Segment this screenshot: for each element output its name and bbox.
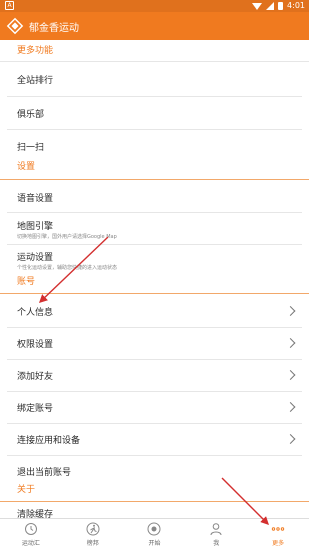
- row-sublabel: 个性化运动设置，辅助您快捷的进入运动状态: [17, 264, 118, 271]
- row-sublabel: 切换地图引擎，国外用户请选择Google Map: [17, 233, 117, 240]
- tab-label: 更多: [272, 540, 285, 547]
- section-title-account: 账号: [17, 277, 36, 287]
- row-club[interactable]: 俱乐部: [17, 97, 300, 129]
- row-partial[interactable]: 清除缓存: [17, 503, 300, 519]
- app-title: 郁金香运动: [29, 22, 79, 34]
- notification-a-icon: A: [5, 1, 14, 10]
- start-icon: [147, 522, 161, 536]
- row-profile[interactable]: 个人信息: [17, 295, 300, 327]
- row-label: 地图引擎: [17, 221, 54, 232]
- row-map-engine[interactable]: 地图引擎 切换地图引擎，国外用户请选择Google Map: [17, 213, 300, 245]
- row-label: 俱乐部: [17, 109, 45, 120]
- row-label: 个人信息: [17, 307, 54, 318]
- tab-more[interactable]: 更多: [247, 519, 309, 550]
- app-logo-icon: [6, 17, 24, 35]
- tab-label: 开始: [148, 540, 161, 547]
- row-label: 全站排行: [17, 75, 54, 86]
- section-title-settings: 设置: [17, 162, 36, 172]
- bottom-tab-bar: 运动汇 榜邦 开始 我 更多: [0, 518, 309, 550]
- clock-icon: [24, 523, 37, 535]
- row-label: 运动设置: [17, 252, 54, 263]
- person-icon: [210, 523, 222, 536]
- status-bar: A 4:01: [0, 0, 309, 12]
- tab-sport-hub[interactable]: 运动汇: [0, 519, 62, 550]
- wifi-icon: [252, 2, 263, 10]
- row-permissions[interactable]: 权限设置: [17, 327, 300, 359]
- signal-icon: [266, 2, 275, 10]
- divider: [0, 61, 309, 62]
- row-connect-apps[interactable]: 连接应用和设备: [17, 423, 300, 455]
- status-icons: 4:01: [252, 1, 305, 11]
- tab-label: 运动汇: [21, 540, 40, 547]
- row-label: 退出当前账号: [17, 467, 72, 478]
- status-time: 4:01: [287, 1, 305, 10]
- section-title-more: 更多功能: [17, 46, 54, 56]
- app-bar: 郁金香运动: [0, 12, 309, 40]
- row-label: 绑定账号: [17, 403, 54, 414]
- battery-icon: [278, 2, 284, 10]
- row-label: 语音设置: [17, 193, 54, 204]
- row-scan[interactable]: 扫一扫: [17, 130, 300, 162]
- tab-start[interactable]: 开始: [124, 519, 186, 550]
- section-title-about: 关于: [17, 485, 36, 495]
- divider: [0, 179, 309, 180]
- more-dots-icon: [271, 527, 285, 531]
- row-label: 扫一扫: [17, 142, 45, 153]
- divider: [0, 501, 309, 502]
- row-label: 权限设置: [17, 339, 54, 350]
- row-label: 连接应用和设备: [17, 435, 81, 446]
- row-label: 添加好友: [17, 371, 54, 382]
- settings-list[interactable]: 更多功能 全站排行 俱乐部 扫一扫 设置 语音设置 地图引擎 切换地图引擎，国外…: [0, 40, 309, 518]
- tab-label: 我: [213, 540, 220, 547]
- runner-icon: [86, 522, 100, 536]
- row-label: 清除缓存: [17, 509, 54, 519]
- tab-label: 榜邦: [86, 540, 99, 547]
- row-logout[interactable]: 退出当前账号: [17, 455, 300, 487]
- row-bind-account[interactable]: 绑定账号: [17, 391, 300, 423]
- row-leaderboard[interactable]: 全站排行: [17, 63, 300, 95]
- tab-me[interactable]: 我: [185, 519, 247, 550]
- tab-ranking[interactable]: 榜邦: [62, 519, 124, 550]
- divider: [0, 293, 309, 294]
- row-sport-settings[interactable]: 运动设置 个性化运动设置，辅助您快捷的进入运动状态: [17, 244, 300, 276]
- row-voice-settings[interactable]: 语音设置: [17, 181, 300, 213]
- row-add-friend[interactable]: 添加好友: [17, 359, 300, 391]
